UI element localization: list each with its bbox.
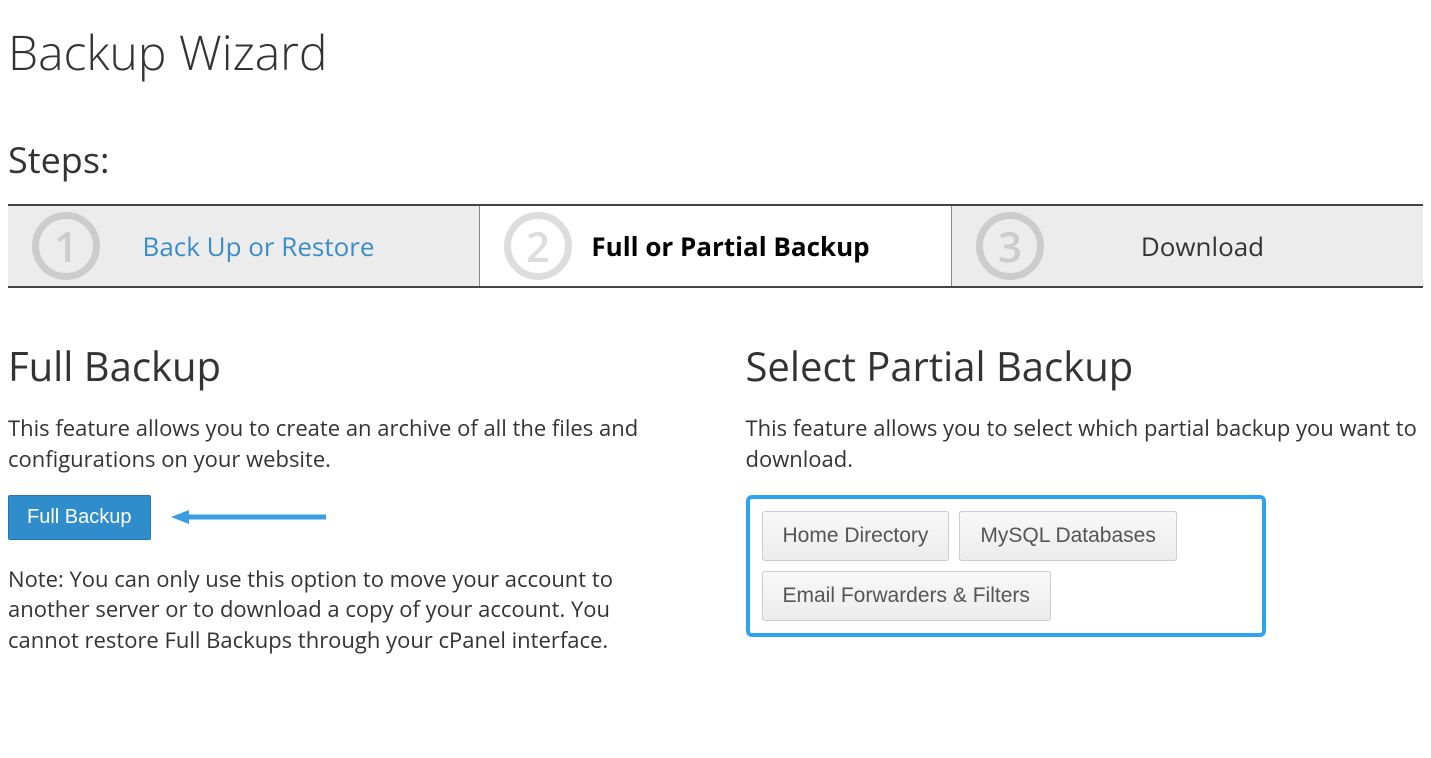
content-columns: Full Backup This feature allows you to c… [8, 338, 1423, 656]
partial-backup-highlight-box: Home Directory MySQL Databases Email For… [746, 495, 1266, 637]
full-backup-note: Note: You can only use this option to mo… [8, 564, 686, 656]
home-directory-button[interactable]: Home Directory [762, 511, 950, 561]
step-full-or-partial[interactable]: 2 Full or Partial Backup [480, 206, 952, 286]
email-forwarders-filters-button[interactable]: Email Forwarders & Filters [762, 571, 1051, 621]
step-number-icon: 1 [32, 212, 100, 280]
full-backup-description: This feature allows you to create an arc… [8, 413, 686, 475]
steps-container: 1 Back Up or Restore 2 Full or Partial B… [8, 204, 1423, 288]
step-label: Back Up or Restore [143, 228, 375, 264]
partial-backup-column: Select Partial Backup This feature allow… [746, 338, 1424, 656]
full-backup-button[interactable]: Full Backup [8, 495, 151, 540]
full-backup-button-row: Full Backup [8, 495, 686, 540]
step-download[interactable]: 3 Download [952, 206, 1423, 286]
partial-backup-description: This feature allows you to select which … [746, 413, 1424, 475]
steps-heading: Steps: [8, 135, 1423, 184]
full-backup-title: Full Backup [8, 338, 686, 393]
page-title: Backup Wizard [8, 20, 1423, 85]
mysql-databases-button[interactable]: MySQL Databases [959, 511, 1176, 561]
step-backup-or-restore[interactable]: 1 Back Up or Restore [8, 206, 480, 286]
step-label: Full or Partial Backup [591, 228, 869, 264]
arrow-left-icon [171, 507, 331, 527]
partial-backup-title: Select Partial Backup [746, 338, 1424, 393]
step-number-icon: 3 [976, 212, 1044, 280]
step-label: Download [1141, 228, 1264, 264]
step-number-icon: 2 [504, 212, 572, 280]
full-backup-column: Full Backup This feature allows you to c… [8, 338, 686, 656]
